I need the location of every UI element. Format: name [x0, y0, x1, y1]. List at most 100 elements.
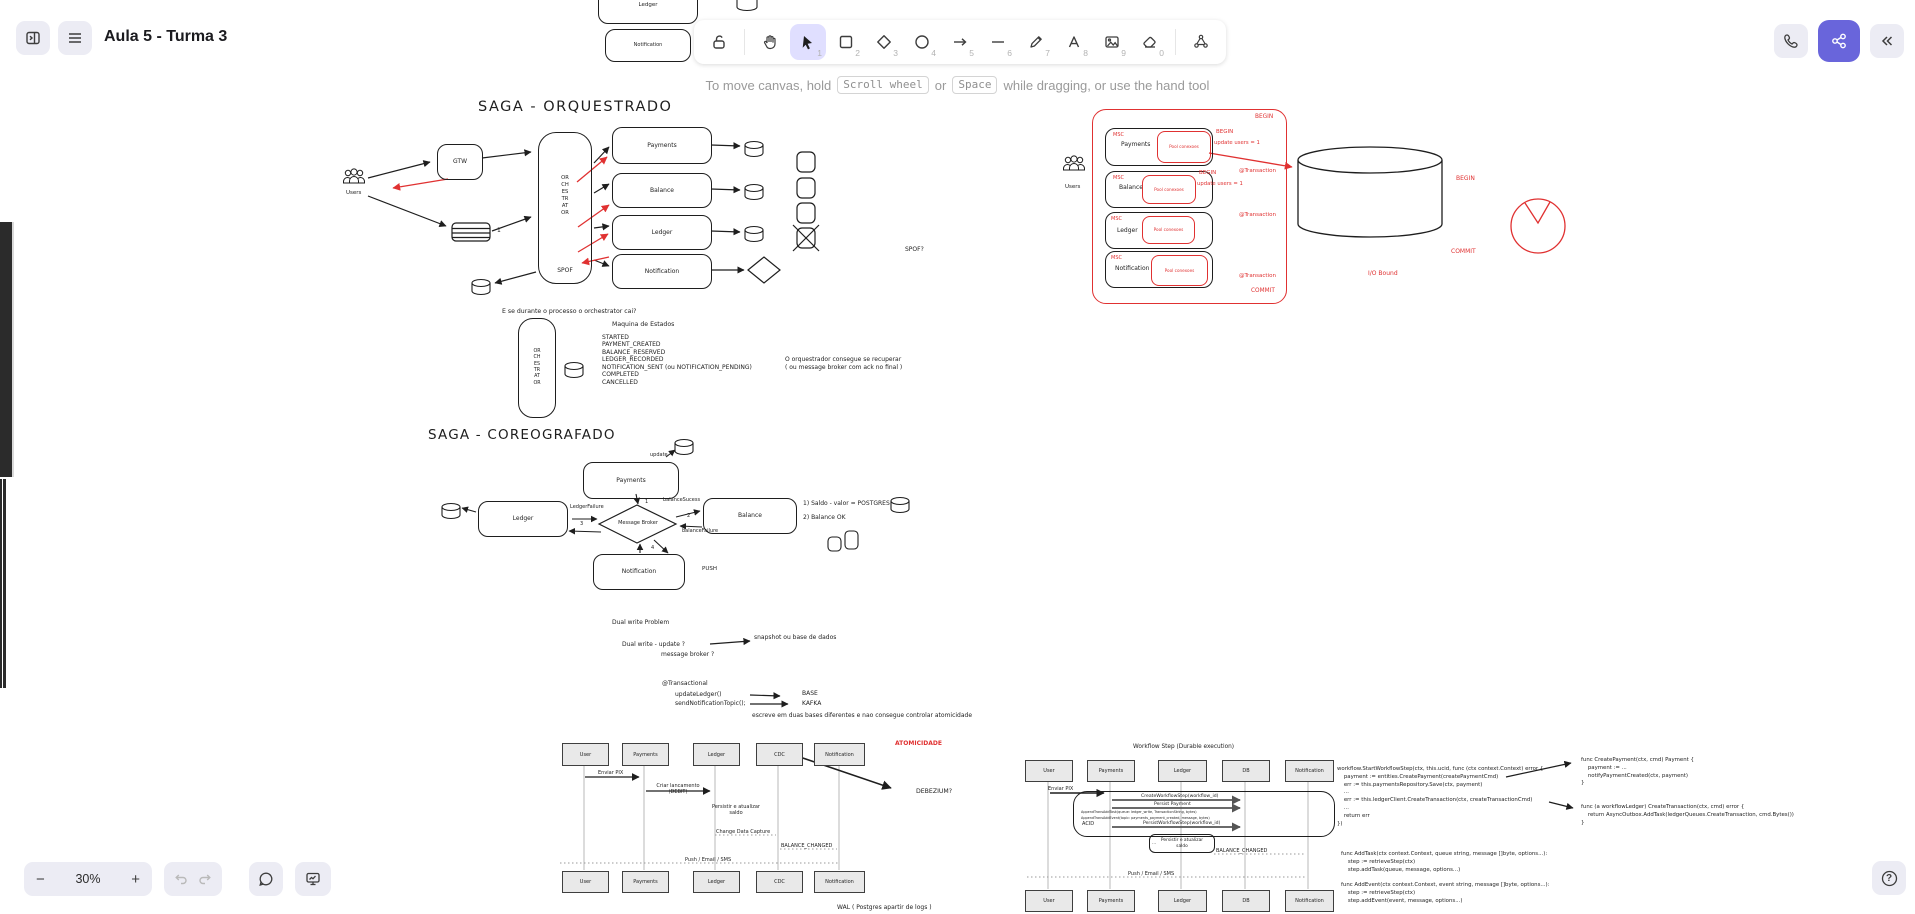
tool-number: 6 [1007, 48, 1012, 58]
seq1-actor[interactable]: CDC [756, 743, 803, 766]
board-title[interactable]: Aula 5 - Turma 3 [104, 28, 227, 46]
seq2-actor[interactable]: Notification [1285, 890, 1334, 912]
drawing-toolbar: 1 2 3 4 5 6 7 8 [694, 20, 1226, 64]
more-tools-button[interactable] [1183, 24, 1219, 60]
seq1-actor[interactable]: User [562, 871, 609, 893]
hint-text: To move canvas, hold [706, 78, 832, 93]
coreo-payments-box[interactable]: Payments [583, 462, 679, 499]
tool-number: 9 [1121, 48, 1126, 58]
sm-title: Maquina de Estados [612, 321, 674, 329]
image-tool[interactable]: 9 [1094, 24, 1130, 60]
coreo-ledger-box[interactable]: Ledger [478, 501, 568, 537]
diamond-tool[interactable]: 3 [866, 24, 902, 60]
seq2-actor[interactable]: User [1025, 890, 1073, 912]
sm-orchestrator-label: ORCHESTRATOR [533, 349, 541, 387]
seq2-actor[interactable]: Ledger [1158, 890, 1207, 912]
redo-icon[interactable] [197, 871, 213, 887]
dual-arrows [710, 641, 788, 704]
line-icon [989, 33, 1007, 51]
orchestrator-box[interactable]: ORCHESTRATOR SPOF [538, 132, 592, 284]
seq1-actor[interactable]: Notification [814, 743, 865, 766]
seq1-actor[interactable]: Notification [814, 871, 865, 893]
service-box-payments[interactable]: Payments [612, 127, 712, 164]
topcut-notification-box[interactable]: Notification [605, 29, 691, 62]
seq2-actor[interactable]: DB [1222, 760, 1270, 782]
rectangle-tool[interactable]: 2 [828, 24, 864, 60]
text-tool[interactable]: 8 [1056, 24, 1092, 60]
zoom-out-button[interactable]: − [36, 871, 45, 888]
tx-pool-ledger[interactable]: Pool conexoes [1142, 216, 1195, 244]
call-button[interactable] [1774, 24, 1808, 58]
seq2-title: Workflow Step (Durable execution) [1133, 744, 1234, 752]
seq1-wal: WAL ( Postgres apartir de logs ) [837, 904, 932, 912]
seq1-push: Push / Email / SMS [685, 857, 731, 863]
service-box-ledger[interactable]: Ledger [612, 215, 712, 250]
coreo-push: PUSH [702, 566, 717, 573]
arrow-tool[interactable]: 5 [942, 24, 978, 60]
seq1-actor[interactable]: User [562, 743, 609, 766]
left-partial-object-1[interactable] [0, 222, 14, 477]
queue-badge: 1 [497, 227, 501, 235]
collapse-panel-button[interactable] [1870, 24, 1904, 58]
ellipse-tool[interactable]: 4 [904, 24, 940, 60]
draw-tool[interactable]: 7 [1018, 24, 1054, 60]
orchestrator-label: ORCHESTRATOR [561, 175, 569, 216]
gtw-box[interactable]: GTW [437, 144, 483, 180]
hint-key-space: Space [952, 76, 997, 94]
tx-pool-payments[interactable]: Pool conexoes [1157, 131, 1211, 163]
seq1-actor[interactable]: Payments [622, 743, 669, 766]
open-sidebar-button[interactable] [16, 21, 50, 55]
comment-bubble-icon [257, 870, 275, 888]
hamburger-menu-icon [66, 29, 84, 47]
coreo-n4: 4 [651, 545, 654, 552]
share-icon [1829, 31, 1849, 51]
seq1-criar: Criar lancamento (DEBIT) [652, 783, 704, 795]
code-block-workflow: workflow.StartWorkflowStep(ctx, this.uci… [1337, 766, 1543, 829]
present-button[interactable] [295, 862, 331, 896]
coreo-note2: 2) Balance OK [803, 514, 846, 522]
arrow-icon [951, 33, 969, 51]
service-box-balance[interactable]: Balance [612, 173, 712, 208]
tx-users-label: Users [1065, 184, 1080, 191]
share-button[interactable] [1818, 20, 1860, 62]
zoom-level[interactable]: 30% [75, 872, 100, 886]
tx-msc-label: MSC [1113, 132, 1124, 139]
main-menu-button[interactable] [58, 21, 92, 55]
zoom-in-button[interactable]: + [131, 871, 140, 888]
seq1-actor[interactable]: Ledger [693, 871, 740, 893]
coreo-notification-box[interactable]: Notification [593, 554, 685, 590]
users-icon [1064, 156, 1085, 170]
cursor-icon [799, 33, 817, 51]
eraser-tool[interactable]: 0 [1132, 24, 1168, 60]
seq2-actor[interactable]: Notification [1285, 760, 1334, 782]
seq2-note-box[interactable]: Persistir e atualizar saldo [1149, 834, 1215, 853]
topcut-ledger-box[interactable]: Ledger [598, 0, 698, 24]
seq2-actor[interactable]: DB [1222, 890, 1270, 912]
seq2-actor[interactable]: User [1025, 760, 1073, 782]
tx-service-name: Notification [1115, 265, 1149, 273]
comments-button[interactable] [249, 862, 283, 896]
seq1-actor[interactable]: CDC [756, 871, 803, 893]
seq2-actor[interactable]: Ledger [1158, 760, 1207, 782]
service-box-notification[interactable]: Notification [612, 254, 712, 289]
seq1-actor[interactable]: Payments [622, 871, 669, 893]
tx-msc-label: MSC [1113, 175, 1124, 182]
left-partial-object-2[interactable] [0, 479, 6, 688]
sm-orchestrator-box[interactable]: ORCHESTRATOR [518, 318, 556, 418]
canvas-hint: To move canvas, hold Scroll wheel or Spa… [0, 76, 1915, 94]
seq2-actor[interactable]: Payments [1087, 890, 1135, 912]
instances-column [793, 152, 819, 251]
undo-icon[interactable] [173, 871, 189, 887]
code-block-create-payment: func CreatePayment(ctx, cmd) Payment { p… [1581, 757, 1694, 788]
dual-send-topic: sendNotificationTopic(); [675, 700, 746, 708]
seq2-actor[interactable]: Payments [1087, 760, 1135, 782]
line-tool[interactable]: 6 [980, 24, 1016, 60]
tx-pool-balance[interactable]: Pool conexoes [1142, 175, 1196, 204]
coreo-ledger-failure: LedgerFailure [570, 504, 604, 511]
selection-tool[interactable]: 1 [790, 24, 826, 60]
hand-tool[interactable] [752, 24, 788, 60]
tx-pool-notification[interactable]: Pool conexoes [1151, 255, 1208, 286]
help-button[interactable]: ? [1872, 861, 1906, 895]
lock-tool[interactable] [701, 24, 737, 60]
seq1-actor[interactable]: Ledger [693, 743, 740, 766]
